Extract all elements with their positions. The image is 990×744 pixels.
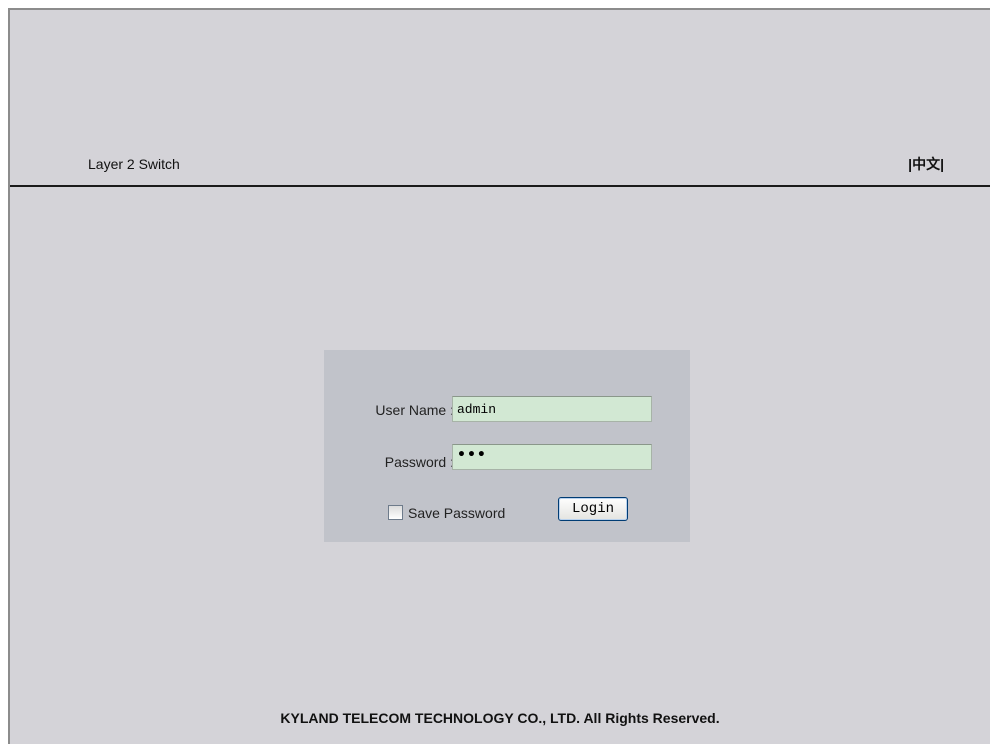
header-divider	[10, 185, 990, 187]
page-frame: Layer 2 Switch |中文| User Name : Password…	[8, 8, 990, 744]
page-title: Layer 2 Switch	[88, 156, 180, 172]
save-password-checkbox[interactable]	[388, 505, 403, 520]
login-panel: User Name : Password : ••• Save Password…	[324, 350, 690, 542]
password-input[interactable]: •••	[452, 444, 652, 470]
username-input[interactable]	[452, 396, 652, 422]
username-label: User Name :	[375, 402, 454, 418]
login-button[interactable]: Login	[558, 497, 628, 521]
language-switch-link[interactable]: |中文|	[908, 154, 944, 174]
footer-copyright: KYLAND TELECOM TECHNOLOGY CO., LTD. All …	[280, 710, 720, 726]
password-label: Password :	[384, 454, 454, 470]
save-password-label: Save Password	[408, 505, 506, 521]
